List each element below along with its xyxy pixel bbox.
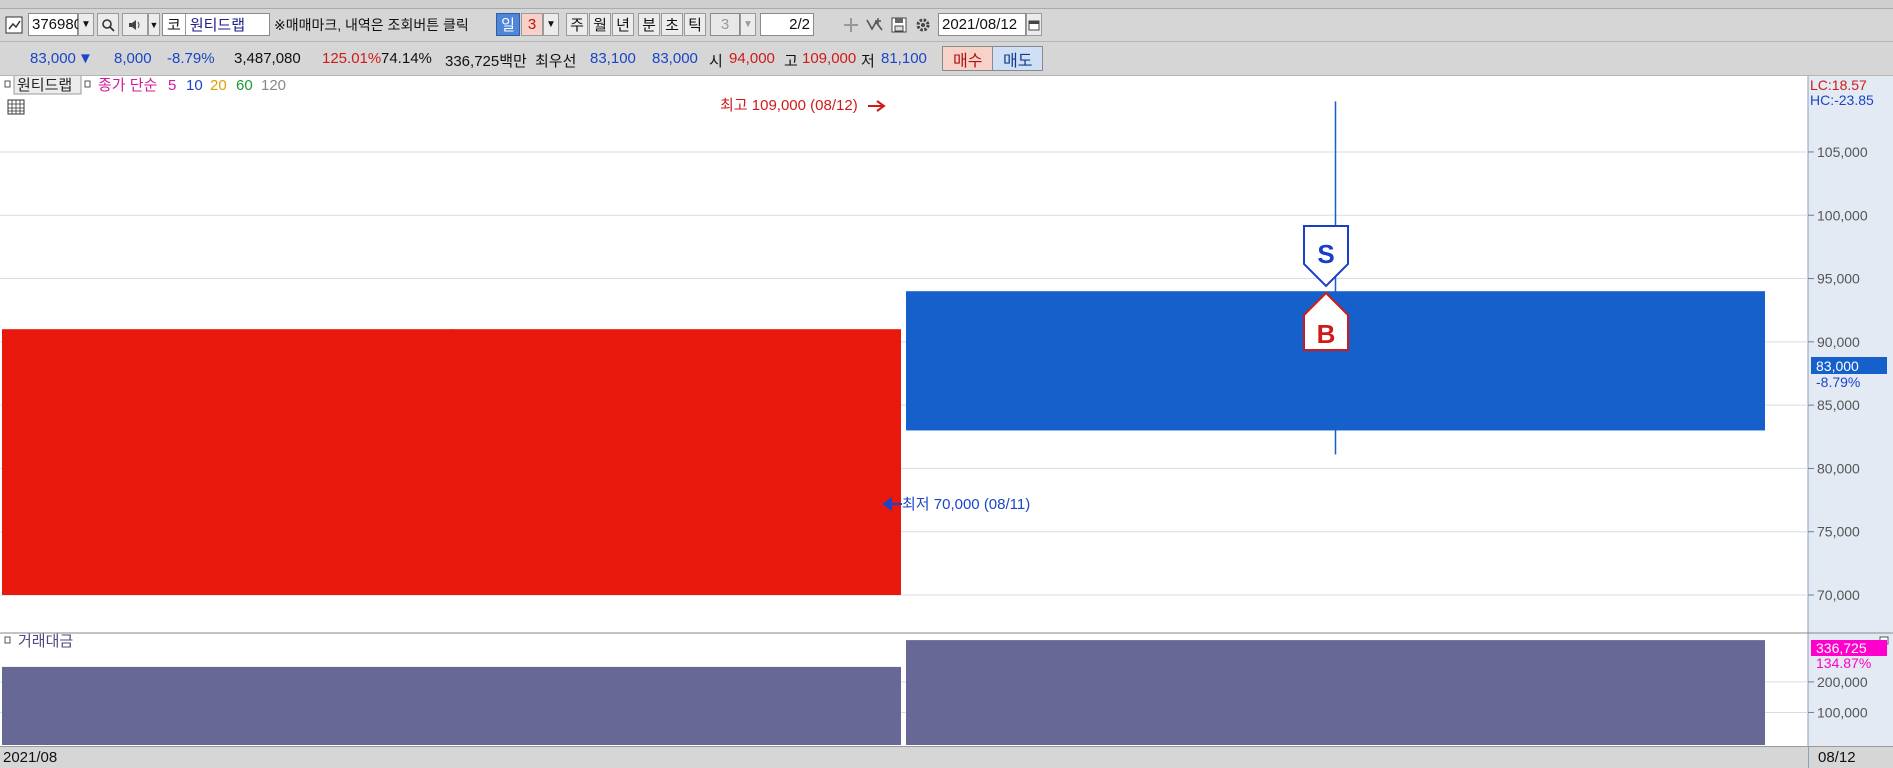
change-arrow: ▼	[78, 50, 93, 67]
period-day-button[interactable]: 일	[496, 13, 520, 36]
high-annotation: 최고 109,000 (08/12)	[720, 97, 858, 114]
save-icon[interactable]	[888, 13, 910, 36]
low-price: 81,100	[881, 50, 927, 67]
change-value: 8,000	[114, 50, 152, 67]
legend-ma-toggle-icon[interactable]	[84, 80, 91, 88]
price-tick-label: 95,000	[1817, 271, 1860, 287]
window-top-strip	[0, 0, 1893, 9]
legend-ma-20: 20	[210, 77, 227, 94]
table-grid-icon[interactable]	[7, 99, 25, 115]
stock-name-field[interactable]: 코 원티드랩	[162, 13, 270, 36]
speaker-dropdown-button[interactable]: ▼	[148, 13, 160, 36]
high-label: 고	[784, 53, 798, 70]
high-price: 109,000	[802, 50, 857, 67]
legend-stock-name: 원티드랩	[17, 77, 72, 94]
period-count-dropdown[interactable]: ▼	[543, 13, 559, 36]
trend-tool-icon[interactable]	[864, 13, 886, 36]
tick-count-field[interactable]: 3	[710, 13, 740, 36]
lc-indicator: LC:18.57	[1810, 77, 1867, 93]
search-icon[interactable]	[97, 13, 119, 36]
sell-mark-label: S	[1317, 239, 1334, 269]
legend-toggle-icon[interactable]	[4, 80, 11, 88]
market-badge: 코	[163, 14, 186, 35]
legend-ma-5: 5	[168, 77, 176, 94]
time-axis-start-label: 2021/08	[3, 749, 58, 766]
price-tick-label: 105,000	[1817, 144, 1868, 160]
calendar-icon[interactable]	[1026, 13, 1042, 36]
price-tick-label: 70,000	[1817, 587, 1860, 603]
period-year-button[interactable]: 년	[612, 13, 634, 36]
period-week-button[interactable]: 주	[566, 13, 588, 36]
volume-ratio: 125.01%	[322, 50, 382, 67]
legend-ma-10: 10	[186, 77, 203, 94]
price-tick-label: 100,000	[1817, 207, 1868, 223]
candle-body	[2, 329, 901, 596]
current-pct-tag-text: -8.79%	[1816, 374, 1860, 390]
period-month-button[interactable]: 월	[589, 13, 611, 36]
price-tick-label: 90,000	[1817, 334, 1860, 350]
period-tick-button[interactable]: 틱	[684, 13, 706, 36]
low-annotation: 최저 70,000 (08/11)	[902, 496, 1030, 513]
current-price: 83,000	[30, 50, 76, 67]
turnover-ratio: 74.14%	[381, 50, 432, 67]
price-tick-label: 75,000	[1817, 524, 1860, 540]
stock-code-input[interactable]: 376980	[28, 13, 82, 36]
trade-amount: 336,725백만	[445, 53, 527, 70]
time-axis-end-label: 08/12	[1818, 749, 1856, 766]
price-tick-label: 80,000	[1817, 460, 1860, 476]
low-label: 저	[861, 53, 875, 70]
period-minute-button[interactable]: 분	[638, 13, 660, 36]
best-bid-label: 최우선	[535, 53, 577, 70]
hc-indicator: HC:-23.85	[1810, 92, 1874, 108]
chart-area[interactable]: 70,000 75,000 80,000 85,000 90,000 95,000 100,…	[0, 74, 1893, 748]
buy-mark-label: B	[1317, 319, 1336, 349]
buy-button[interactable]: 매수	[942, 46, 994, 71]
volume-bar	[2, 666, 901, 745]
best-ask-price: 83,100	[590, 50, 636, 67]
volume-panel-title: 거래대금	[18, 633, 73, 650]
open-label: 시	[709, 53, 723, 70]
volume-legend-toggle-icon[interactable]	[4, 636, 11, 644]
volume-tick-label: 200,000	[1817, 674, 1868, 690]
legend-ma-60: 60	[236, 77, 253, 94]
legend-ma-120: 120	[261, 77, 286, 94]
period-count-field[interactable]: 3	[521, 13, 543, 36]
tick-count-dropdown[interactable]: ▼	[740, 13, 756, 36]
stock-name-label: 원티드랩	[189, 17, 246, 34]
toolbar: 376980 ▼ ▼ 코 원티드랩 ※매매마크, 내역은 조회버튼 클릭 일 3…	[0, 9, 1893, 42]
date-field[interactable]: 2021/08/12	[938, 13, 1026, 36]
quote-bar: 83,000 ▼ 8,000 -8.79% 3,487,080 125.01% …	[0, 42, 1893, 76]
chart-settings-icon[interactable]	[3, 13, 25, 36]
change-percent: -8.79%	[167, 50, 215, 67]
open-price: 94,000	[729, 50, 775, 67]
crosshair-icon[interactable]	[840, 13, 862, 36]
best-bid-price: 83,000	[652, 50, 698, 67]
speaker-icon[interactable]	[122, 13, 148, 36]
page-field[interactable]: 2/2	[760, 13, 814, 36]
code-dropdown-button[interactable]: ▼	[78, 13, 94, 36]
period-second-button[interactable]: 초	[661, 13, 683, 36]
legend-ma-label: 종가 단순	[98, 77, 158, 94]
footer-divider	[1808, 747, 1809, 768]
sell-button[interactable]: 매도	[992, 46, 1044, 71]
notice-text: ※매매마크, 내역은 조회버튼 클릭	[274, 16, 469, 33]
volume-bar	[906, 640, 1765, 745]
volume-last-tag-text: 336,725	[1816, 640, 1867, 656]
volume-last-pct-text: 134.87%	[1816, 655, 1871, 671]
current-price-tag-text: 83,000	[1816, 358, 1859, 374]
price-tick-label: 85,000	[1817, 397, 1860, 413]
gear-icon[interactable]	[912, 13, 934, 36]
volume-tick-label: 100,000	[1817, 704, 1868, 720]
chart-svg: 70,000 75,000 80,000 85,000 90,000 95,000 100,…	[0, 74, 1893, 748]
time-axis-footer: 2021/08 08/12	[0, 746, 1893, 768]
volume-value: 3,487,080	[234, 50, 301, 67]
